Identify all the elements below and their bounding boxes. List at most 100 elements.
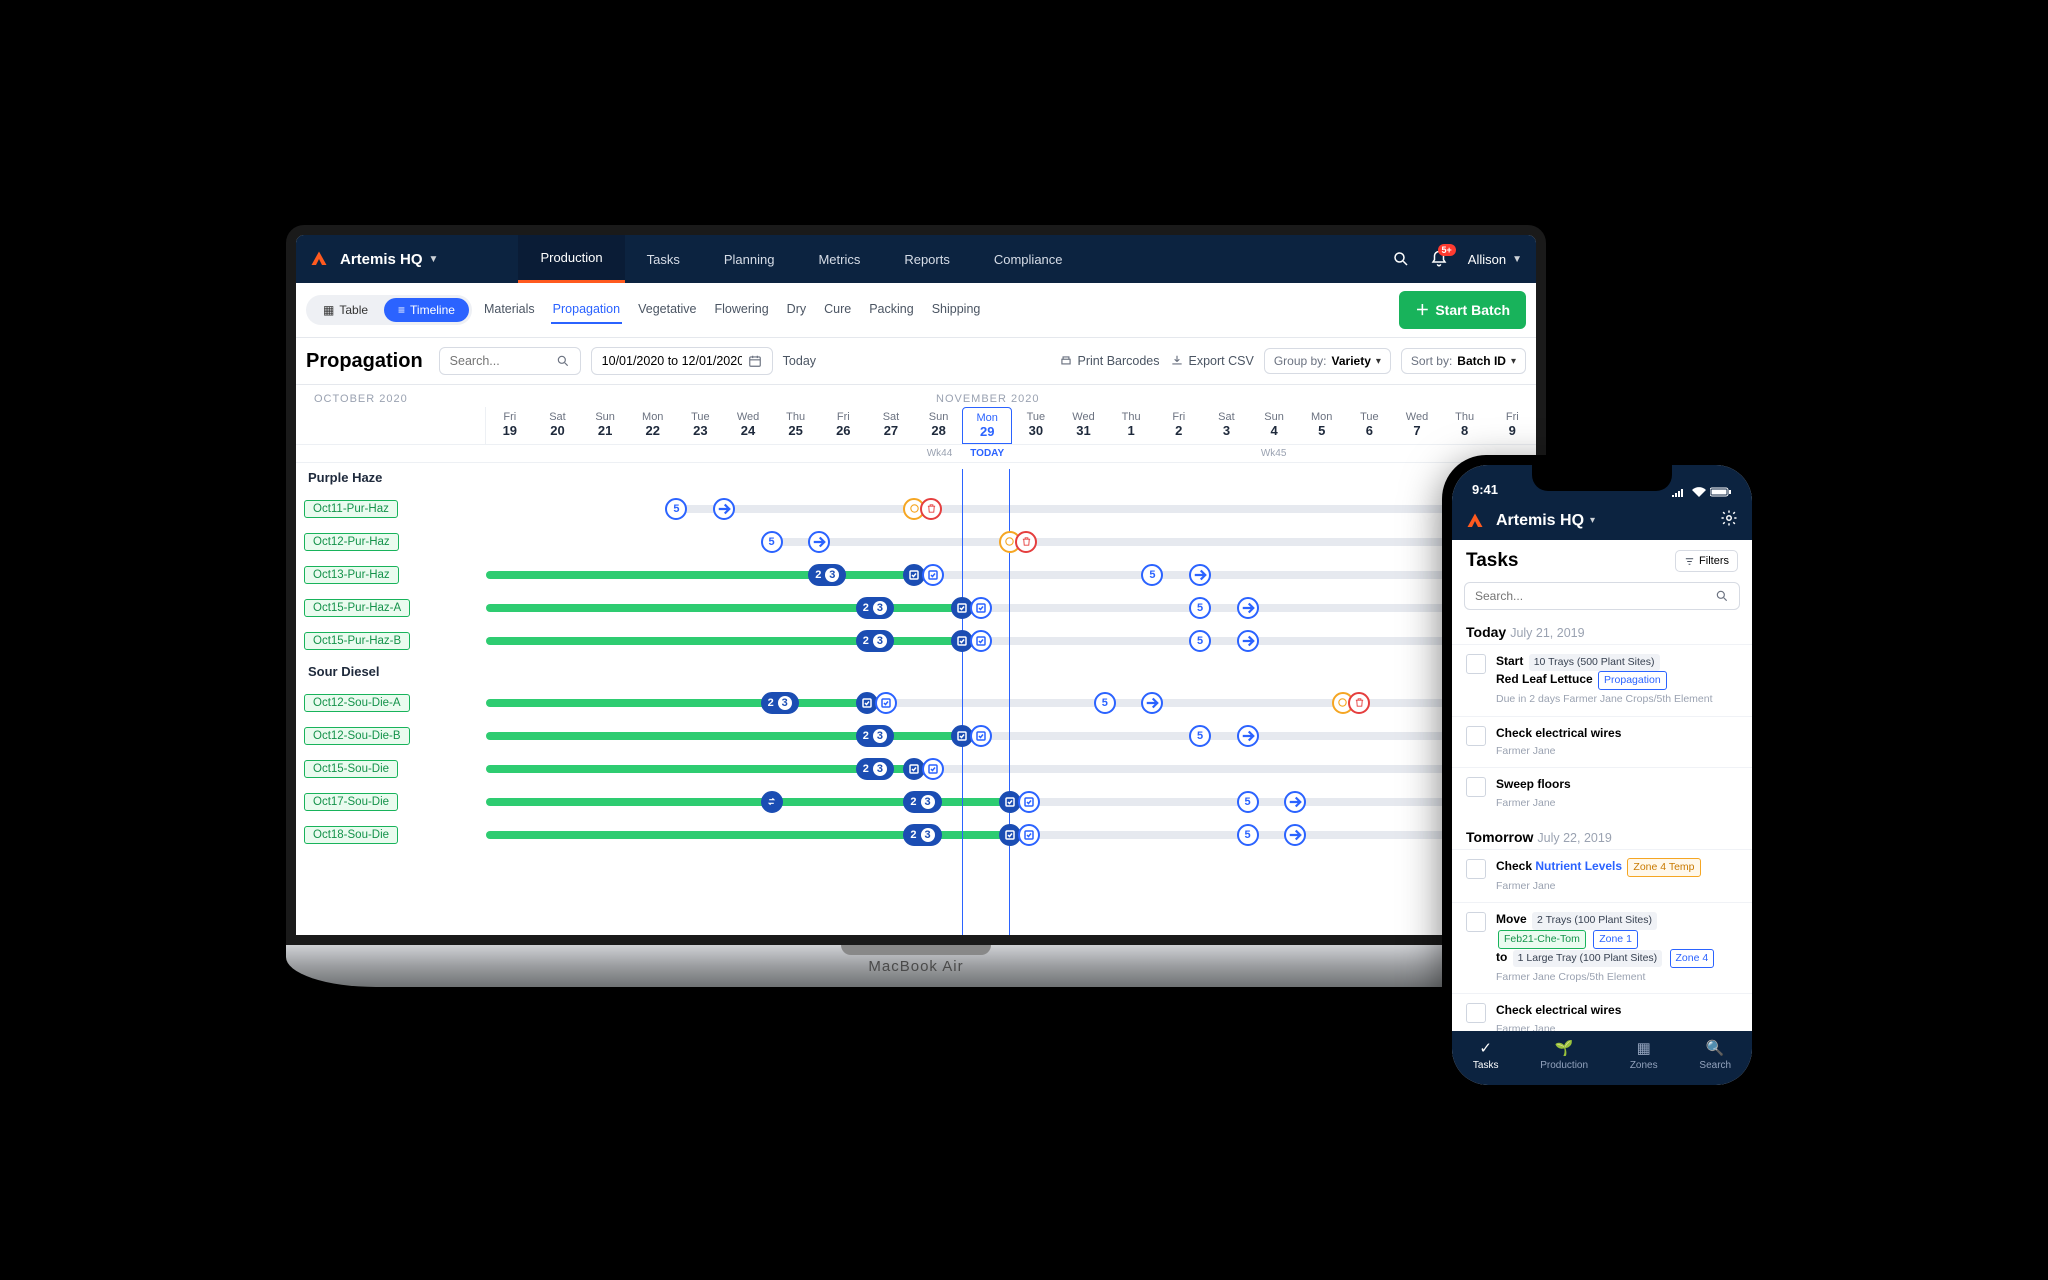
day-column[interactable]: Tue23 xyxy=(677,407,725,444)
day-column[interactable]: Sun28 xyxy=(915,407,963,444)
phone-tab-tasks[interactable]: ✓Tasks xyxy=(1473,1039,1499,1071)
timeline-marker[interactable] xyxy=(922,564,944,586)
filters-button[interactable]: Filters xyxy=(1675,550,1738,572)
timeline-marker[interactable]: 23 xyxy=(903,824,941,846)
day-column[interactable]: Sat27 xyxy=(867,407,915,444)
nav-tasks[interactable]: Tasks xyxy=(625,235,702,283)
variety-group[interactable]: Sour Diesel▾ xyxy=(296,657,1536,686)
timeline-marker[interactable] xyxy=(1237,597,1259,619)
timeline-marker[interactable]: 23 xyxy=(903,791,941,813)
nav-reports[interactable]: Reports xyxy=(882,235,972,283)
subtab-materials[interactable]: Materials xyxy=(482,296,537,324)
date-range-field[interactable] xyxy=(602,354,742,368)
timeline-marker[interactable] xyxy=(1237,725,1259,747)
timeline-marker[interactable] xyxy=(1189,564,1211,586)
today-link[interactable]: Today xyxy=(783,354,816,368)
user-menu[interactable]: Allison ▼ xyxy=(1468,252,1522,267)
day-column[interactable]: Wed7 xyxy=(1393,407,1441,444)
timeline-marker[interactable]: 5 xyxy=(1189,597,1211,619)
timeline-marker[interactable] xyxy=(1018,791,1040,813)
segment-timeline[interactable]: ≡Timeline xyxy=(384,298,469,322)
batch-id-chip[interactable]: Oct12-Pur-Haz xyxy=(304,533,399,551)
timeline-marker[interactable] xyxy=(1018,824,1040,846)
day-column[interactable]: Mon22 xyxy=(629,407,677,444)
day-column[interactable]: Fri2 xyxy=(1155,407,1203,444)
task-checkbox[interactable] xyxy=(1466,726,1486,746)
day-column[interactable]: Fri26 xyxy=(819,407,867,444)
subtab-cure[interactable]: Cure xyxy=(822,296,853,324)
timeline-marker[interactable]: 5 xyxy=(1141,564,1163,586)
batch-id-chip[interactable]: Oct15-Pur-Haz-B xyxy=(304,632,410,650)
task-checkbox[interactable] xyxy=(1466,777,1486,797)
task-item[interactable]: Check electrical wiresFarmer Jane xyxy=(1452,716,1752,768)
batch-id-chip[interactable]: Oct18-Sou-Die xyxy=(304,826,398,844)
timeline-marker[interactable] xyxy=(922,758,944,780)
task-checkbox[interactable] xyxy=(1466,1003,1486,1023)
day-column[interactable]: Wed24 xyxy=(724,407,772,444)
settings-button[interactable] xyxy=(1720,509,1738,532)
timeline-marker[interactable]: 5 xyxy=(1237,824,1259,846)
timeline-marker[interactable]: 5 xyxy=(1237,791,1259,813)
day-column[interactable]: Tue30 xyxy=(1012,407,1060,444)
timeline-marker[interactable] xyxy=(1237,630,1259,652)
phone-tab-production[interactable]: 🌱Production xyxy=(1540,1039,1588,1071)
start-batch-button[interactable]: ＋ Start Batch xyxy=(1399,291,1526,329)
batch-id-chip[interactable]: Oct13-Pur-Haz xyxy=(304,566,399,584)
task-item[interactable]: Check Nutrient Levels Zone 4 TempFarmer … xyxy=(1452,849,1752,902)
phone-search-field[interactable] xyxy=(1475,589,1709,603)
timeline-marker[interactable]: 23 xyxy=(808,564,846,586)
timeline-marker[interactable] xyxy=(970,725,992,747)
timeline-marker[interactable] xyxy=(1284,791,1306,813)
task-checkbox[interactable] xyxy=(1466,654,1486,674)
nav-production[interactable]: Production xyxy=(518,235,624,283)
search-icon[interactable] xyxy=(1392,250,1410,268)
day-column[interactable]: Fri19 xyxy=(486,407,534,444)
phone-search-input[interactable] xyxy=(1464,582,1740,610)
date-range-input[interactable] xyxy=(591,347,773,375)
timeline-marker[interactable]: 23 xyxy=(856,630,894,652)
timeline-marker[interactable] xyxy=(970,597,992,619)
batch-id-chip[interactable]: Oct15-Sou-Die xyxy=(304,760,398,778)
subtab-flowering[interactable]: Flowering xyxy=(712,296,770,324)
timeline-marker[interactable]: 5 xyxy=(665,498,687,520)
timeline-marker[interactable]: 5 xyxy=(1189,725,1211,747)
nav-planning[interactable]: Planning xyxy=(702,235,797,283)
subtab-propagation[interactable]: Propagation xyxy=(551,296,622,324)
timeline-marker[interactable] xyxy=(1015,531,1037,553)
timeline-marker[interactable]: 23 xyxy=(856,597,894,619)
timeline-marker[interactable]: 5 xyxy=(761,531,783,553)
timeline-marker[interactable] xyxy=(1348,692,1370,714)
timeline-marker[interactable]: 23 xyxy=(856,725,894,747)
task-item[interactable]: Start 10 Trays (500 Plant Sites)Red Leaf… xyxy=(1452,644,1752,716)
batch-id-chip[interactable]: Oct15-Pur-Haz-A xyxy=(304,599,410,617)
notifications-button[interactable]: 5+ xyxy=(1430,250,1448,268)
sort-by-select[interactable]: Sort by: Batch ID ▾ xyxy=(1401,348,1526,374)
day-column[interactable]: Mon5 xyxy=(1298,407,1346,444)
timeline-marker[interactable] xyxy=(920,498,942,520)
print-barcodes-button[interactable]: Print Barcodes xyxy=(1059,354,1160,368)
task-checkbox[interactable] xyxy=(1466,912,1486,932)
day-column[interactable]: Mon29 xyxy=(962,407,1012,444)
timeline-marker[interactable] xyxy=(970,630,992,652)
day-column[interactable]: Wed31 xyxy=(1060,407,1108,444)
subtab-vegetative[interactable]: Vegetative xyxy=(636,296,698,324)
timeline-marker[interactable] xyxy=(713,498,735,520)
day-column[interactable]: Thu25 xyxy=(772,407,820,444)
segment-table[interactable]: ▦Table xyxy=(309,298,382,322)
export-csv-button[interactable]: Export CSV xyxy=(1170,354,1254,368)
timeline-marker[interactable] xyxy=(808,531,830,553)
day-column[interactable]: Thu1 xyxy=(1107,407,1155,444)
task-checkbox[interactable] xyxy=(1466,859,1486,879)
phone-tab-search[interactable]: 🔍Search xyxy=(1699,1039,1731,1071)
batch-id-chip[interactable]: Oct12-Sou-Die-B xyxy=(304,727,410,745)
timeline-marker[interactable]: 5 xyxy=(1189,630,1211,652)
day-column[interactable]: Sun4 xyxy=(1250,407,1298,444)
subtab-dry[interactable]: Dry xyxy=(785,296,808,324)
day-column[interactable]: Fri9 xyxy=(1488,407,1536,444)
timeline-marker[interactable]: 23 xyxy=(856,758,894,780)
timeline-marker[interactable] xyxy=(1141,692,1163,714)
day-column[interactable]: Sat20 xyxy=(534,407,582,444)
search-input-wrapper[interactable] xyxy=(439,347,581,375)
search-input[interactable] xyxy=(450,354,550,368)
day-column[interactable]: Sat3 xyxy=(1203,407,1251,444)
